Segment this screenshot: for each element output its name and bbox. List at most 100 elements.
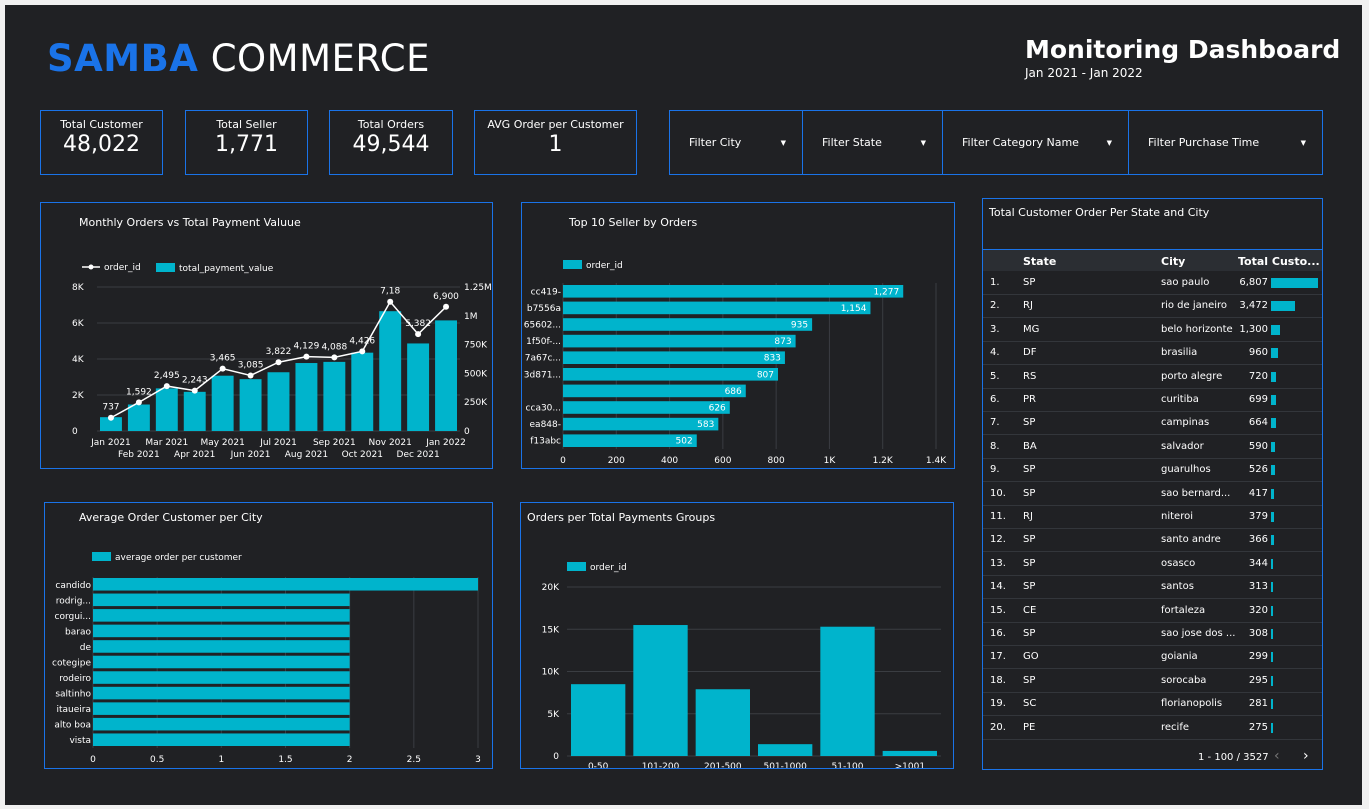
y-category-label: cc419- — [531, 287, 561, 297]
avg-order-city-chart-panel: Average Order Customer per City average … — [44, 502, 493, 769]
legend-label: order_id — [104, 263, 141, 273]
brand-part1: SAMBA — [47, 37, 199, 80]
city-bar — [93, 655, 350, 669]
filter-label: Filter State — [822, 136, 882, 149]
cell-city: sorocaba — [1161, 674, 1207, 686]
filter-purchase-time-dropdown[interactable]: Filter Purchase Time ▼ — [1129, 111, 1322, 174]
y-tick-label: 20K — [542, 583, 560, 593]
legend-label: average order per customer — [115, 553, 242, 563]
column-header-city[interactable]: City — [1161, 255, 1185, 268]
y-category-label: alto boa — [54, 721, 91, 731]
orders-data-label: 3,085 — [238, 360, 264, 370]
cell-rank: 8. — [990, 440, 1000, 452]
y-category-label: de — [80, 643, 92, 653]
chevron-right-icon[interactable]: › — [1303, 748, 1309, 764]
table-row[interactable]: 13. SP osasco 344 — [983, 553, 1322, 576]
filter-bar: Filter City ▼ Filter State ▼ Filter Cate… — [669, 110, 1323, 175]
y-category-label: itaueira — [56, 705, 91, 715]
payment-bar — [267, 372, 290, 431]
column-header-state[interactable]: State — [1023, 255, 1056, 268]
table-row[interactable]: 7. SP campinas 664 — [983, 412, 1322, 436]
cell-state: SP — [1023, 628, 1036, 639]
table-row[interactable]: 9. SP guarulhos 526 — [983, 459, 1322, 483]
y-left-tick-label: 6K — [72, 319, 85, 329]
cell-rank: 15. — [990, 604, 1006, 616]
cell-state: RJ — [1023, 511, 1033, 522]
table-row[interactable]: 4. DF brasilia 960 — [983, 342, 1322, 366]
table-row[interactable]: 18. SP sorocaba 295 — [983, 670, 1322, 693]
table-title: Total Customer Order Per State and City — [989, 206, 1210, 219]
filter-category-dropdown[interactable]: Filter Category Name ▼ — [943, 111, 1129, 174]
y-category-label: cotegipe — [52, 659, 91, 669]
cell-city: rio de janeiro — [1161, 300, 1228, 312]
kpi-label: Total Orders — [357, 118, 425, 131]
cell-state: SP — [1023, 277, 1036, 288]
payment-bar — [351, 352, 374, 431]
bar-value-label: 626 — [709, 404, 726, 414]
caret-down-icon: ▼ — [1106, 139, 1112, 147]
cell-rank: 16. — [990, 628, 1006, 639]
x-tick-label: 501-1000 — [763, 762, 807, 768]
orders-data-label: 4,088 — [321, 342, 347, 352]
orders-point — [415, 331, 422, 338]
table-row[interactable]: 12. SP santo andre 366 — [983, 529, 1322, 553]
payment-bar — [407, 343, 430, 431]
table-row[interactable]: 2. RJ rio de janeiro 3,472 — [983, 295, 1322, 319]
cell-total: 960 — [1248, 347, 1268, 359]
filter-city-dropdown[interactable]: Filter City ▼ — [670, 111, 803, 174]
y-category-label: 65602... — [524, 321, 561, 331]
seller-bar — [563, 368, 779, 381]
cell-city: brasilia — [1161, 347, 1198, 359]
table-row[interactable]: 17. GO goiania 299 — [983, 646, 1322, 670]
table-row[interactable]: 11. RJ niteroi 379 — [983, 506, 1322, 529]
table-row[interactable]: 3. MG belo horizonte 1,300 — [983, 319, 1322, 342]
table-row[interactable]: 19. SC florianopolis 281 — [983, 693, 1322, 717]
table-row[interactable]: 5. RS porto alegre 720 — [983, 366, 1322, 389]
cell-city: curitiba — [1161, 394, 1199, 405]
x-tick-label: 1.2K — [873, 456, 894, 466]
orders-data-label: 1,592 — [126, 387, 152, 397]
y-right-tick-label: 0 — [464, 427, 470, 437]
payment-bar — [239, 379, 262, 431]
payment-bar — [379, 311, 402, 431]
filter-state-dropdown[interactable]: Filter State ▼ — [803, 111, 943, 174]
x-tick-label: Feb 2021 — [118, 450, 160, 460]
y-category-label: 7a67c... — [525, 354, 561, 364]
x-tick-label: 0 — [560, 456, 566, 466]
filter-label: Filter Category Name — [962, 136, 1079, 149]
top-seller-chart-panel: Top 10 Seller by Orders order_id 0 200 400 6… — [521, 202, 955, 469]
table-row[interactable]: 20. PE recife 275 — [983, 717, 1322, 740]
seller-bar — [563, 384, 746, 398]
kpi-label: Total Seller — [216, 118, 277, 131]
payment-bar — [183, 391, 206, 431]
chevron-left-icon[interactable]: ‹ — [1274, 748, 1280, 764]
x-tick-label: Apr 2021 — [174, 450, 215, 460]
cell-state: SP — [1023, 417, 1036, 429]
table-row[interactable]: 10. SP sao bernard... 417 — [983, 483, 1322, 506]
payment-groups-chart: order_id 0 5K 10K 15K 20K 0-50 101-200 201-500 50… — [542, 562, 941, 768]
orders-point — [135, 399, 142, 406]
cell-total-bar — [1271, 324, 1280, 335]
x-tick-label: Jan 2021 — [90, 438, 131, 448]
table-row[interactable]: 1. SP sao paulo 6,807 — [983, 272, 1322, 295]
payment-group-bar — [882, 750, 937, 756]
cell-rank: 12. — [990, 534, 1006, 546]
legend-swatch — [156, 263, 175, 272]
column-header-total[interactable]: Total Custo... — [1238, 255, 1320, 268]
x-tick-label: 200 — [608, 456, 625, 466]
table-row[interactable]: 15. CE fortaleza 320 — [983, 600, 1322, 623]
x-tick-label: Jul 2021 — [259, 438, 297, 448]
table-row[interactable]: 6. PR curitiba 699 — [983, 389, 1322, 412]
cell-state: SP — [1023, 581, 1036, 593]
cell-state: RJ — [1023, 300, 1033, 312]
cell-city: campinas — [1161, 417, 1210, 429]
table-row[interactable]: 8. BA salvador 590 — [983, 436, 1322, 459]
cell-city: fortaleza — [1161, 604, 1206, 616]
table-row[interactable]: 14. SP santos 313 — [983, 576, 1322, 600]
caret-down-icon: ▼ — [780, 139, 786, 147]
x-tick-label: Sep 2021 — [313, 438, 356, 448]
cell-state: DF — [1023, 347, 1037, 359]
table-row[interactable]: 16. SP sao jose dos ... 308 — [983, 623, 1322, 646]
orders-data-label: 3,822 — [266, 347, 292, 357]
cell-total: 344 — [1248, 557, 1268, 569]
